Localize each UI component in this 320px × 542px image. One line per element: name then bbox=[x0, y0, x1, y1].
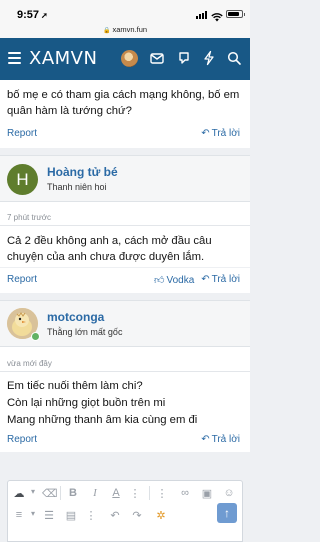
battery-icon bbox=[226, 10, 245, 18]
alerts-icon[interactable] bbox=[176, 50, 192, 66]
address-bar[interactable]: 🔒 xamvn.fun bbox=[0, 25, 250, 34]
post-1: bố mẹ e có tham gia cách mạng không, bố … bbox=[0, 80, 250, 148]
location-arrow-icon: ➚ bbox=[41, 11, 48, 20]
upload-icon[interactable]: ☁ bbox=[12, 487, 26, 500]
post-3-line: Còn lại những giọt buồn trên mi bbox=[7, 397, 166, 409]
menu-icon[interactable] bbox=[8, 52, 21, 64]
toolbar-divider bbox=[60, 486, 61, 500]
post-2-reply-button[interactable]: ↶ Trả lời bbox=[201, 274, 240, 285]
image-icon[interactable]: ▣ bbox=[200, 487, 214, 500]
list-icon[interactable]: ≡ bbox=[12, 509, 26, 521]
post-3-divider bbox=[0, 371, 250, 372]
post-2-message: Cả 2 đều không anh a, cách mở đầu câu ch… bbox=[7, 235, 212, 263]
inbox-icon[interactable] bbox=[149, 50, 165, 66]
post-3-report-link[interactable]: Report bbox=[7, 434, 37, 445]
lock-icon: 🔒 bbox=[102, 28, 111, 34]
whats-new-icon[interactable] bbox=[201, 50, 217, 66]
reply-icon: ↶ bbox=[201, 434, 210, 445]
post-3-line: Em tiếc nuối thêm làm chi? bbox=[7, 380, 143, 392]
post-1-message: bố mẹ e có tham gia cách mạng không, bố … bbox=[7, 89, 240, 117]
smiley-icon[interactable]: ☺ bbox=[222, 487, 236, 499]
post-3-user-title: Thằng lớn mất gốc bbox=[47, 327, 123, 337]
chevron-down-icon[interactable]: ▾ bbox=[26, 487, 40, 496]
italic-icon[interactable]: I bbox=[88, 487, 102, 499]
reply-icon: ↶ bbox=[201, 274, 210, 285]
media-icon[interactable]: ▤ bbox=[64, 509, 78, 522]
cellular-signal-icon bbox=[196, 11, 207, 19]
redo-icon[interactable]: ↷ bbox=[130, 509, 144, 522]
post-2-report-link[interactable]: Report bbox=[7, 274, 37, 285]
top-navigation: XAMVN bbox=[0, 38, 250, 80]
post-1-report-link[interactable]: Report bbox=[7, 128, 37, 139]
send-reply-button[interactable]: ↑ bbox=[217, 503, 237, 523]
post-2-avatar[interactable]: H bbox=[7, 164, 38, 195]
post-3-timestamp[interactable]: vừa mới đây bbox=[7, 359, 52, 368]
user-avatar[interactable] bbox=[121, 50, 138, 67]
search-icon[interactable] bbox=[226, 50, 242, 66]
post-2-timestamp[interactable]: 7 phút trước bbox=[7, 213, 51, 222]
post-2-like-button[interactable]: 👍︎ Vodka bbox=[154, 274, 194, 286]
undo-icon[interactable]: ↶ bbox=[108, 509, 122, 522]
reply-icon: ↶ bbox=[201, 128, 210, 139]
more-options-icon[interactable]: ⋮ bbox=[155, 487, 169, 500]
text-color-icon[interactable]: A bbox=[109, 487, 123, 499]
post-2-actions: Report 👍︎ Vodka ↶ Trả lời bbox=[0, 268, 250, 293]
align-icon[interactable]: ☰ bbox=[42, 509, 56, 522]
post-2-user-title: Thanh niên hoi bbox=[47, 182, 107, 192]
post-2-divider bbox=[0, 225, 250, 226]
post-2-username[interactable]: Hoàng tử bé bbox=[47, 165, 118, 179]
settings-icon[interactable]: ✲ bbox=[154, 509, 168, 522]
wifi-icon bbox=[211, 9, 223, 22]
chevron-down-icon[interactable]: ▾ bbox=[26, 509, 40, 518]
link-icon[interactable]: ∞ bbox=[178, 487, 192, 499]
post-3-user-info: motconga Thằng lớn mất gốc bbox=[0, 300, 250, 347]
eraser-icon[interactable]: ⌫ bbox=[42, 487, 58, 500]
post-3-message: Em tiếc nuối thêm làm chi? Còn lại những… bbox=[7, 378, 243, 429]
post-2-user-info: H Hoàng tử bé Thanh niên hoi bbox=[0, 155, 250, 202]
thumbs-up-icon: 👍︎ bbox=[154, 275, 165, 286]
more-insert-icon[interactable]: ⋮ bbox=[84, 509, 98, 522]
quick-reply-editor[interactable]: ☁ ▾ ⌫ B I A ⋮ ⋮ ∞ ▣ ☺ ≡ ▾ ☰ ▤ ⋮ ↶ ↷ ✲ bbox=[7, 480, 243, 542]
post-3-username[interactable]: motconga bbox=[47, 310, 104, 324]
post-3-line: Mang những thanh âm kia cùng em đi bbox=[7, 414, 198, 426]
status-bar: 9:57 ➚ 🔒 xamvn.fun bbox=[0, 0, 250, 38]
status-time: 9:57 ➚ bbox=[17, 9, 48, 21]
post-1-reply-button[interactable]: ↶ Trả lời bbox=[201, 128, 240, 139]
bold-icon[interactable]: B bbox=[66, 487, 80, 499]
site-logo[interactable]: XAMVN bbox=[29, 48, 97, 69]
online-status-icon bbox=[31, 332, 40, 341]
arrow-up-icon: ↑ bbox=[224, 506, 230, 520]
toolbar-divider bbox=[149, 486, 150, 500]
post-3-reply-button[interactable]: ↶ Trả lời bbox=[201, 434, 240, 445]
more-text-icon[interactable]: ⋮ bbox=[128, 487, 142, 500]
